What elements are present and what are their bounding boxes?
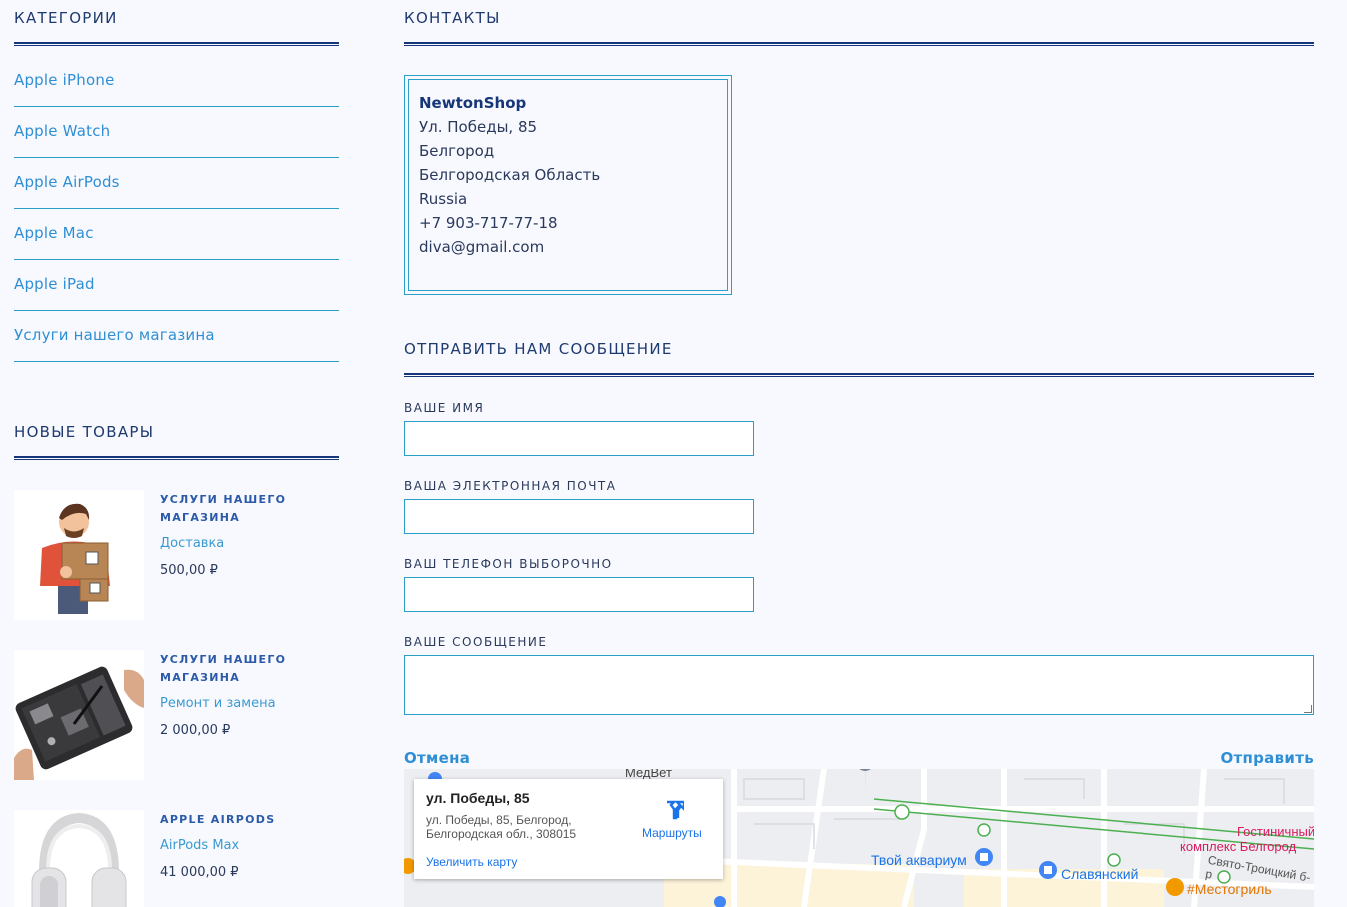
category-link[interactable]: Apple iPhone — [14, 56, 339, 107]
directions-icon[interactable] — [664, 800, 684, 820]
cancel-button[interactable]: Отмена — [404, 749, 470, 767]
contact-email[interactable]: diva@gmail.com — [419, 235, 717, 259]
resize-grip-icon[interactable] — [1304, 705, 1312, 713]
phone-repair-image[interactable] — [14, 650, 144, 780]
airpods-max-image[interactable] — [14, 810, 144, 907]
heading-divider — [14, 42, 339, 46]
heading-divider — [14, 456, 339, 460]
category-label[interactable]: Apple Mac — [14, 224, 94, 242]
hotel-line-1: Гостиничный — [1237, 824, 1314, 839]
address-country: Russia — [419, 190, 468, 208]
phone-label: ВАШ ТЕЛЕФОН ВЫБОРОЧНО — [404, 557, 613, 571]
phone-input[interactable] — [404, 577, 754, 612]
sidebar: КАТЕГОРИИ Apple iPhone Apple Watch Apple… — [14, 0, 339, 907]
category-link[interactable]: Apple Mac — [14, 209, 339, 260]
new-products-heading: НОВЫЕ ТОВАРЫ — [14, 423, 155, 441]
product-item[interactable]: УСЛУГИ НАШЕГО МАГАЗИНА Доставка 500,00 ₽ — [14, 490, 339, 620]
product-title[interactable]: APPLE AIRPODS — [160, 811, 310, 829]
product-price: 500,00 ₽ — [160, 563, 218, 578]
address-card: NewtonShop Ул. Победы, 85 Белгород Белго… — [404, 75, 732, 295]
category-link[interactable]: Apple iPad — [14, 260, 339, 311]
contacts-heading: КОНТАКТЫ — [404, 9, 501, 27]
category-link[interactable]: Apple AirPods — [14, 158, 339, 209]
submit-button[interactable]: Отправить — [1220, 749, 1314, 767]
email-label: ВАША ЭЛЕКТРОННАЯ ПОЧТА — [404, 479, 617, 493]
category-list: Apple iPhone Apple Watch Apple AirPods A… — [14, 56, 339, 362]
address-city: Белгород — [419, 142, 495, 160]
product-subtitle[interactable]: Ремонт и замена — [160, 696, 310, 711]
map-label-aquarium[interactable]: Твой аквариум — [871, 852, 967, 868]
map-card-title: ул. Победы, 85 — [426, 790, 530, 806]
shop-name: NewtonShop — [419, 94, 527, 112]
category-label[interactable]: Apple iPhone — [14, 71, 115, 89]
email-input[interactable] — [404, 499, 754, 534]
send-message-heading: ОТПРАВИТЬ НАМ СООБЩЕНИЕ — [404, 340, 673, 358]
category-label[interactable]: Apple iPad — [14, 275, 95, 293]
product-item[interactable]: APPLE AIRPODS AirPods Max 41 000,00 ₽ — [14, 810, 339, 907]
form-actions: Отмена Отправить — [404, 749, 1314, 767]
heading-divider — [404, 42, 1314, 46]
product-title[interactable]: УСЛУГИ НАШЕГО МАГАЗИНА — [160, 491, 310, 527]
message-label: ВАШЕ СООБЩЕНИЕ — [404, 635, 548, 649]
category-label[interactable]: Apple Watch — [14, 122, 110, 140]
product-title[interactable]: УСЛУГИ НАШЕГО МАГАЗИНА — [160, 651, 310, 687]
address-region: Белгородская Область — [419, 166, 601, 184]
name-input[interactable] — [404, 421, 754, 456]
address-street: Ул. Победы, 85 — [419, 118, 538, 136]
categories-heading: КАТЕГОРИИ — [14, 9, 118, 27]
category-label[interactable]: Услуги нашего магазина — [14, 326, 215, 344]
category-label[interactable]: Apple AirPods — [14, 173, 120, 191]
category-link[interactable]: Услуги нашего магазина — [14, 311, 339, 362]
address-card-inner: NewtonShop Ул. Победы, 85 Белгород Белго… — [408, 79, 728, 291]
map-label-slavyansky[interactable]: Славянский — [1061, 866, 1138, 882]
routes-button[interactable]: Маршруты — [642, 826, 702, 840]
product-item[interactable]: УСЛУГИ НАШЕГО МАГАЗИНА Ремонт и замена 2… — [14, 650, 339, 780]
name-label: ВАШЕ ИМЯ — [404, 401, 485, 415]
contacts-section: КОНТАКТЫ NewtonShop Ул. Победы, 85 Белго… — [404, 0, 1314, 767]
hotel-line-2: комплекс Белгород — [1180, 839, 1297, 854]
embedded-map[interactable]: МедВет Твой аквариум Славянский Гостинич… — [404, 769, 1314, 907]
category-link[interactable]: Apple Watch — [14, 107, 339, 158]
contact-phone[interactable]: +7 903-717-77-18 — [419, 211, 717, 235]
product-subtitle[interactable]: Доставка — [160, 536, 310, 551]
enlarge-map-link[interactable]: Увеличить карту — [426, 855, 517, 869]
product-subtitle[interactable]: AirPods Max — [160, 838, 310, 853]
map-label-hotel[interactable]: Гостиничный комплекс Белгород — [1180, 824, 1314, 854]
heading-divider — [404, 373, 1314, 377]
product-price: 41 000,00 ₽ — [160, 865, 239, 880]
map-info-card: ул. Победы, 85 ул. Победы, 85, Белгород,… — [414, 779, 723, 879]
product-price: 2 000,00 ₽ — [160, 723, 231, 738]
delivery-man-image[interactable] — [14, 490, 144, 620]
message-textarea[interactable] — [404, 655, 1314, 715]
map-card-address: ул. Победы, 85, Белгород, Белгородская о… — [426, 813, 577, 841]
